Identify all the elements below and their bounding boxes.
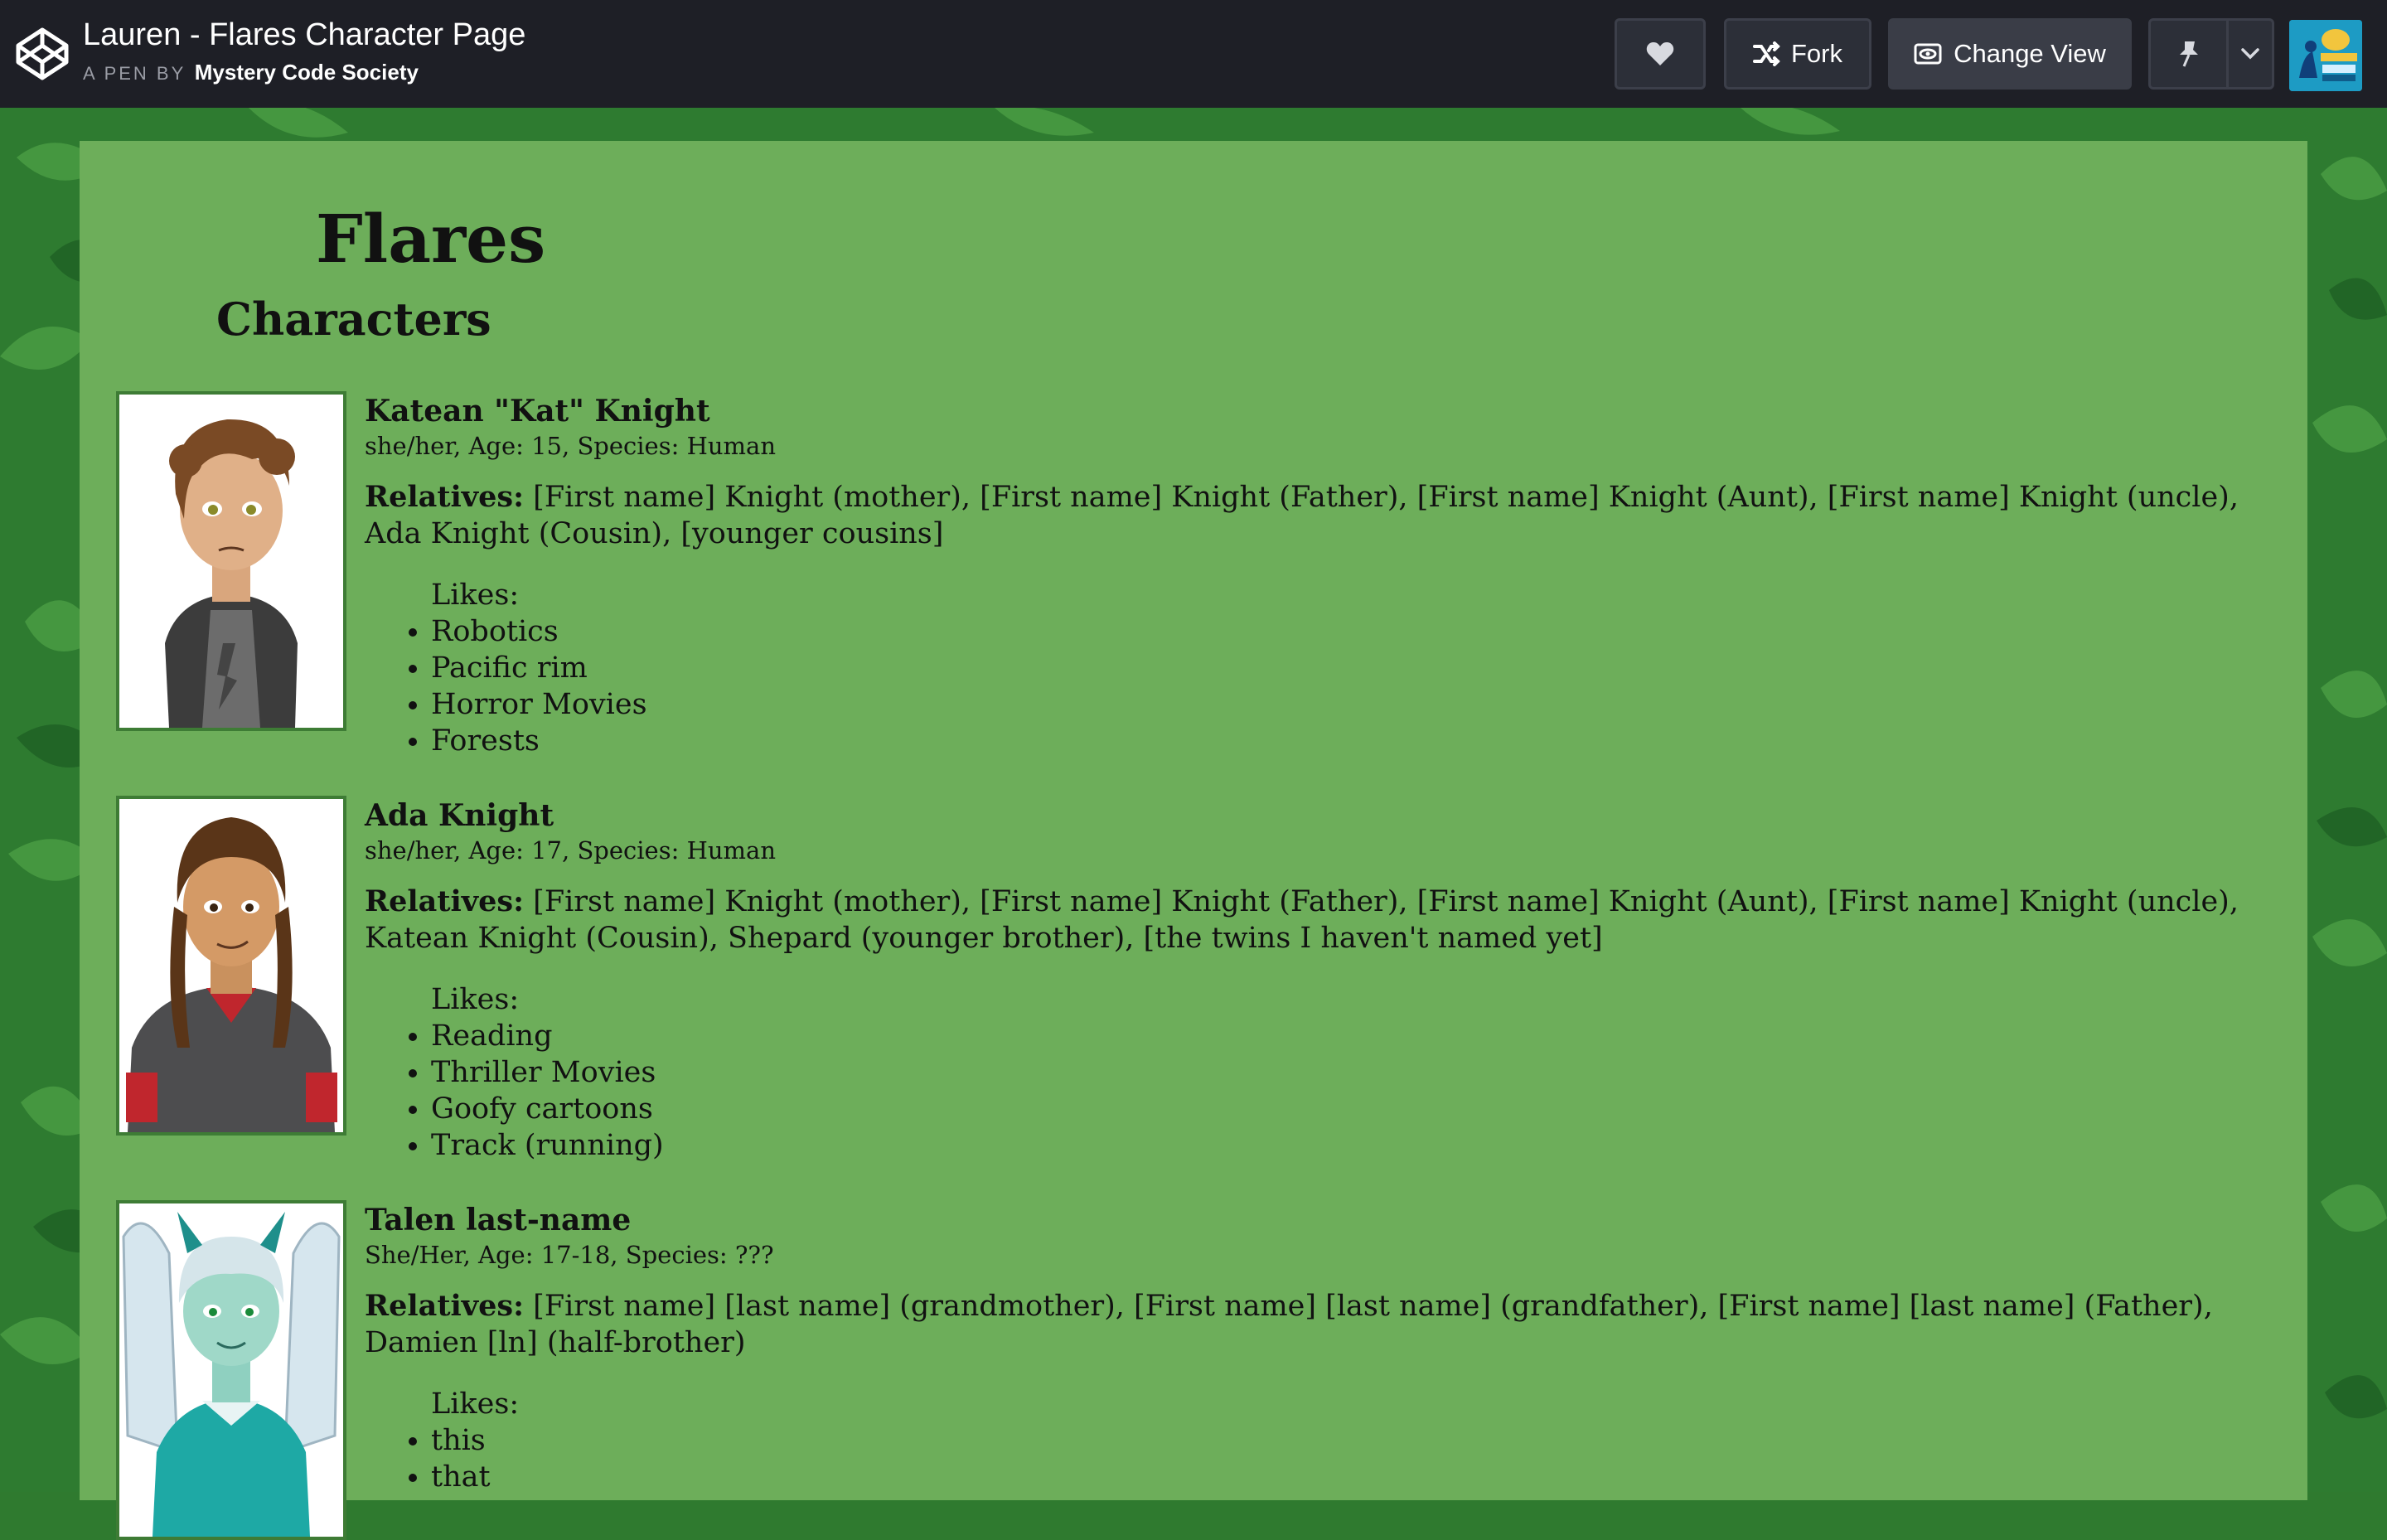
pin-icon (2177, 40, 2201, 68)
character-relatives: Relatives: [First name] Knight (mother),… (365, 479, 2254, 552)
list-item: Reading (431, 1018, 2271, 1054)
character-info: Talen last-name She/Her, Age: 17-18, Spe… (365, 1200, 2271, 1495)
pen-title[interactable]: Lauren - Flares Character Page (83, 15, 525, 55)
codepen-header: Lauren - Flares Character Page A PEN BY … (0, 0, 2387, 108)
list-item: Thriller Movies (431, 1054, 2271, 1091)
likes-label: Likes: (431, 983, 520, 1016)
likes-list: this that (365, 1422, 2271, 1495)
codepen-logo-icon[interactable] (15, 27, 70, 81)
fork-label: Fork (1791, 39, 1842, 68)
character-meta: She/Her, Age: 17-18, Species: ??? (365, 1241, 774, 1269)
list-item: Forests (431, 723, 2271, 759)
author-link[interactable]: Mystery Code Society (195, 60, 419, 85)
pen-byline: A PEN BY Mystery Code Society (83, 60, 525, 85)
relatives-text: [First name] [last name] (grandmother), … (365, 1290, 2213, 1359)
relatives-text: [First name] Knight (mother), [First nam… (365, 481, 2239, 550)
character-relatives: Relatives: [First name] [last name] (gra… (365, 1288, 2254, 1361)
fork-icon (1753, 41, 1781, 66)
character-name: Ada Knight (365, 798, 554, 833)
list-item: that (431, 1459, 2271, 1495)
relatives-label: Relatives: (365, 884, 525, 918)
user-avatar[interactable] (2289, 20, 2362, 91)
pin-button-group (2148, 18, 2274, 90)
character-meta: she/her, Age: 15, Species: Human (365, 432, 777, 460)
character-relatives: Relatives: [First name] Knight (mother),… (365, 884, 2254, 956)
list-item: Pacific rim (431, 650, 2271, 686)
character-name: Katean "Kat" Knight (365, 394, 710, 429)
pin-button[interactable] (2151, 21, 2229, 87)
content-panel: Flares Characters Katean "Kat" Knight sh… (80, 141, 2307, 1540)
likes-label: Likes: (431, 579, 520, 612)
relatives-label: Relatives: (365, 480, 525, 514)
character-info: Katean "Kat" Knight she/her, Age: 15, Sp… (365, 391, 2271, 759)
relatives-label: Relatives: (365, 1289, 525, 1323)
change-view-label: Change View (1954, 39, 2106, 68)
likes-section: Likes: this that (365, 1386, 2271, 1495)
list-item: Robotics (431, 613, 2271, 650)
likes-section: Likes: Reading Thriller Movies Goofy car… (365, 981, 2271, 1164)
eye-icon (1914, 42, 1942, 65)
section-title: Characters (216, 293, 491, 346)
list-item: Horror Movies (431, 686, 2271, 723)
fork-button[interactable]: Fork (1724, 18, 1871, 90)
character-meta: she/her, Age: 17, Species: Human (365, 836, 777, 864)
change-view-button[interactable]: Change View (1888, 18, 2132, 90)
likes-list: Reading Thriller Movies Goofy cartoons T… (365, 1018, 2271, 1164)
relatives-text: [First name] Knight (mother), [First nam… (365, 885, 2239, 955)
character-portrait-talen (116, 1200, 346, 1540)
likes-section: Likes: Robotics Pacific rim Horror Movie… (365, 577, 2271, 759)
list-item: Track (running) (431, 1127, 2271, 1164)
heart-icon (1646, 41, 1674, 66)
page-title: Flares (316, 200, 546, 278)
pen-title-block: Lauren - Flares Character Page A PEN BY … (83, 15, 525, 85)
list-item: Goofy cartoons (431, 1091, 2271, 1127)
heart-button[interactable] (1615, 18, 1706, 90)
character-name: Talen last-name (365, 1203, 632, 1237)
byline-prefix: A PEN BY (83, 63, 186, 84)
likes-list: Robotics Pacific rim Horror Movies Fores… (365, 613, 2271, 759)
pin-dropdown-toggle[interactable] (2229, 21, 2272, 87)
character-info: Ada Knight she/her, Age: 17, Species: Hu… (365, 796, 2271, 1164)
character-portrait-kat (116, 391, 346, 731)
chevron-down-icon (2240, 47, 2260, 61)
list-item: this (431, 1422, 2271, 1459)
likes-label: Likes: (431, 1387, 520, 1421)
character-portrait-ada (116, 796, 346, 1136)
